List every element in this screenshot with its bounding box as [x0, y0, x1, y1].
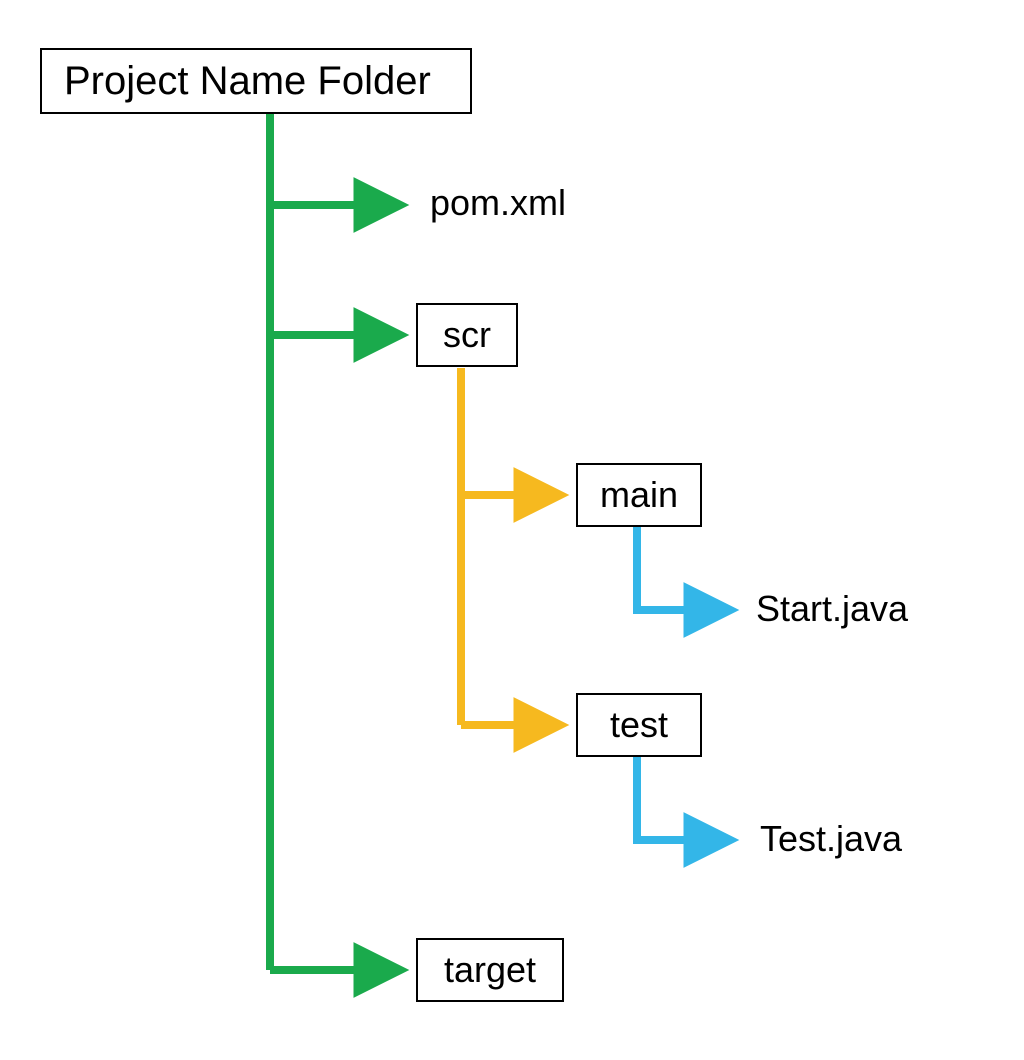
- node-target: target: [416, 938, 564, 1002]
- node-test-label: test: [610, 704, 668, 746]
- node-pom-label: pom.xml: [430, 182, 566, 223]
- node-start-label: Start.java: [756, 588, 908, 629]
- node-testjava: Test.java: [760, 818, 902, 860]
- node-pom: pom.xml: [430, 182, 566, 224]
- edge-test-to-testjava: [637, 757, 730, 840]
- node-scr-label: scr: [443, 314, 491, 356]
- node-testjava-label: Test.java: [760, 818, 902, 859]
- connector-layer: [0, 0, 1024, 1060]
- node-main-label: main: [600, 474, 678, 516]
- node-test: test: [576, 693, 702, 757]
- edge-main-to-start: [637, 527, 730, 610]
- node-target-label: target: [444, 949, 536, 991]
- node-root-label: Project Name Folder: [64, 59, 431, 104]
- node-start: Start.java: [756, 588, 908, 630]
- diagram-canvas: Project Name Folder pom.xml scr main Sta…: [0, 0, 1024, 1060]
- node-root: Project Name Folder: [40, 48, 472, 114]
- node-main: main: [576, 463, 702, 527]
- node-scr: scr: [416, 303, 518, 367]
